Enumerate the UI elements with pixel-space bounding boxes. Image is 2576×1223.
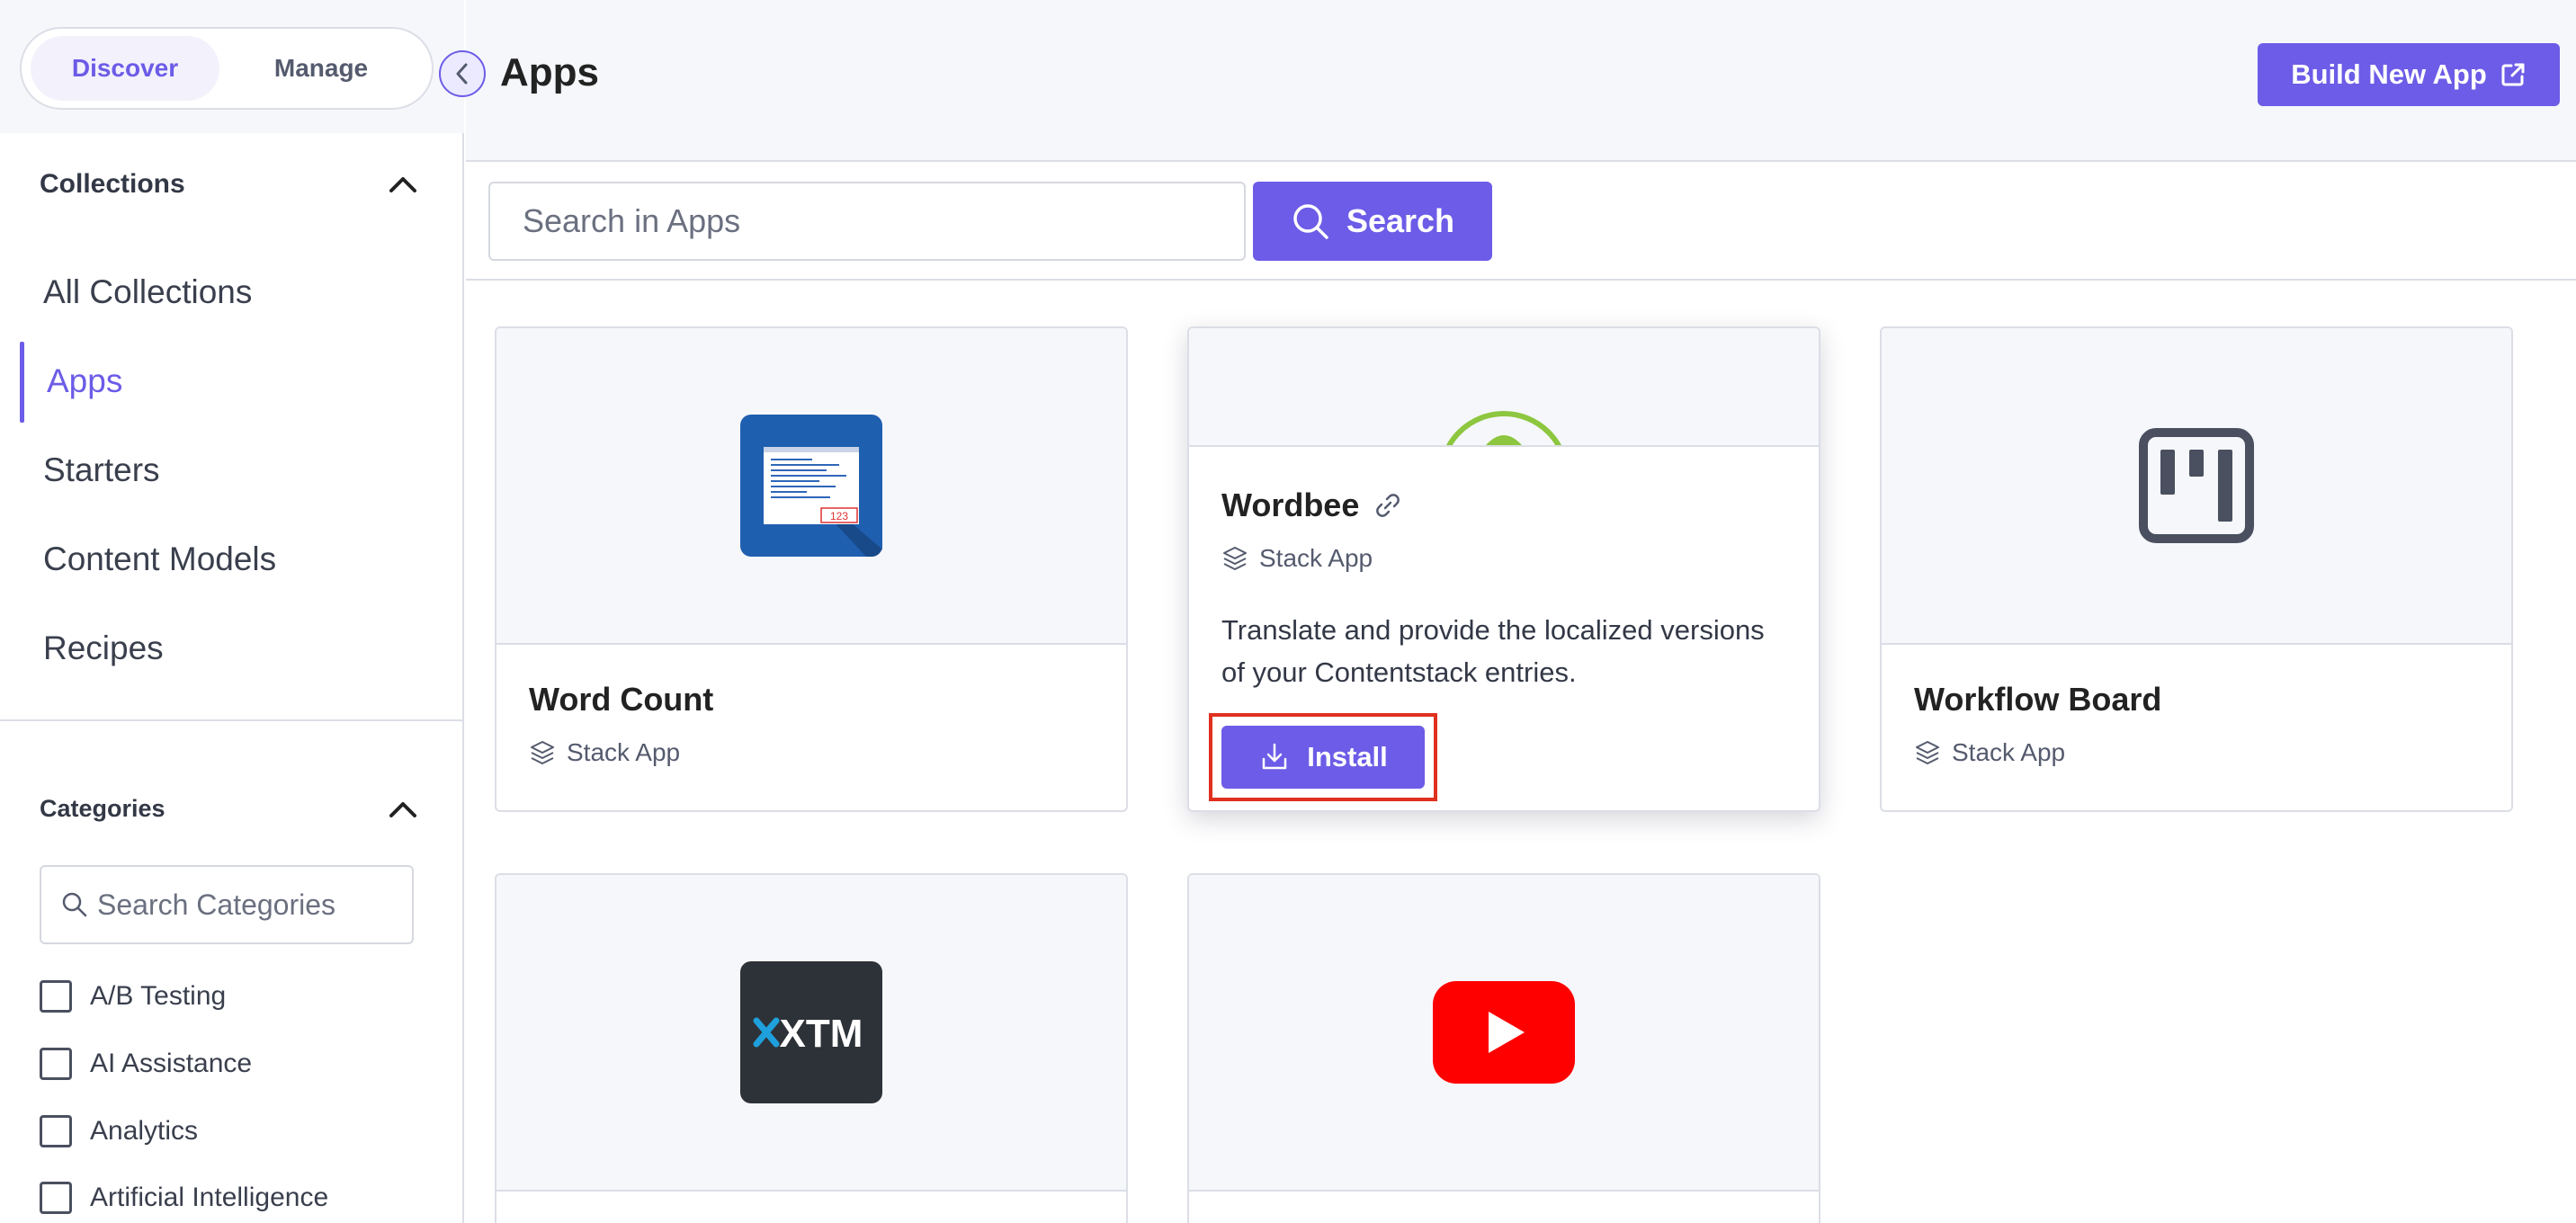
app-card-thumbnail [1882, 328, 2511, 645]
search-icon [1293, 204, 1328, 239]
xtm-logo-text: XTM [780, 1012, 863, 1056]
xtm-icon: XTM [740, 961, 882, 1103]
category-checkbox[interactable] [40, 1182, 72, 1214]
category-checkbox[interactable] [40, 1048, 72, 1080]
app-card-thumbnail [1189, 875, 1819, 1192]
youtube-icon [1433, 981, 1575, 1084]
app-card-title: Wordbee [1221, 487, 1402, 524]
app-card-thumbnail: 123 [496, 328, 1126, 645]
sidebar: Discover Manage Collections All Collecti… [0, 0, 464, 1223]
app-card-type: Stack App [1914, 738, 2065, 767]
collections-header[interactable]: Collections [40, 169, 417, 200]
category-checkbox[interactable] [40, 1115, 72, 1147]
app-card-title-text: Wordbee [1221, 487, 1360, 523]
page-title: Apps [500, 50, 599, 94]
app-card-type-label: Stack App [567, 738, 681, 766]
svg-text:123: 123 [830, 510, 848, 522]
categories-header[interactable]: Categories [40, 795, 417, 823]
app-card-thumbnail [1189, 328, 1819, 447]
app-card-title: Workflow Board [1914, 681, 2162, 718]
category-label: Artificial Intelligence [90, 1183, 329, 1212]
layers-icon [531, 741, 554, 764]
tab-discover[interactable]: Discover [31, 36, 219, 101]
app-card-type-label: Stack App [1259, 544, 1373, 572]
install-highlight: Install [1209, 713, 1437, 801]
search-row: Search [466, 162, 2576, 281]
sidebar-top: Discover Manage [0, 0, 464, 133]
word-count-icon: 123 [740, 415, 882, 557]
category-item[interactable]: AI Assistance [40, 1048, 252, 1080]
search-icon [62, 892, 87, 917]
category-checkbox[interactable] [40, 980, 72, 1013]
layers-icon [1916, 741, 1939, 764]
page-header: Apps Build New App [466, 0, 2576, 162]
category-label: AI Assistance [90, 1049, 253, 1078]
nav-item-content-models[interactable]: Content Models [43, 540, 276, 578]
workflow-board-icon [2139, 428, 2254, 543]
app-card-xtm[interactable]: XTM [495, 873, 1128, 1223]
install-button[interactable]: Install [1221, 726, 1425, 789]
search-button-label: Search [1346, 202, 1455, 239]
install-button-label: Install [1307, 741, 1388, 772]
wordbee-icon [1445, 411, 1562, 445]
nav-item-starters[interactable]: Starters [43, 451, 160, 489]
category-item[interactable]: A/B Testing [40, 980, 226, 1013]
app-card-title: Word Count [529, 681, 714, 718]
link-icon[interactable] [1373, 491, 1402, 520]
category-search-field[interactable] [40, 865, 414, 944]
app-card-wordbee[interactable]: Wordbee Stack App Translate and provide … [1187, 326, 1820, 812]
build-new-app-button[interactable]: Build New App [2258, 43, 2560, 106]
category-label: A/B Testing [90, 981, 227, 1011]
build-new-app-label: Build New App [2291, 58, 2487, 90]
sidebar-divider [0, 719, 464, 721]
discover-manage-switch: Discover Manage [20, 27, 434, 110]
external-link-icon [2501, 63, 2525, 86]
collections-heading: Collections [40, 169, 185, 199]
category-item[interactable]: Analytics [40, 1115, 198, 1147]
nav-item-all-collections[interactable]: All Collections [43, 273, 252, 311]
download-icon [1262, 743, 1287, 770]
search-input[interactable] [488, 182, 1246, 261]
category-item[interactable]: Artificial Intelligence [40, 1182, 328, 1214]
search-button[interactable]: Search [1253, 182, 1492, 261]
app-card-thumbnail: XTM [496, 875, 1126, 1192]
tab-manage[interactable]: Manage [227, 36, 416, 101]
nav-item-recipes[interactable]: Recipes [43, 629, 164, 667]
app-card-type-label: Stack App [1952, 738, 2066, 766]
chevron-up-icon[interactable] [389, 800, 417, 818]
chevron-left-icon [456, 63, 468, 85]
active-nav-indicator [20, 342, 24, 423]
app-card-word-count[interactable]: 123 Word Count Stack App [495, 326, 1128, 812]
collapse-sidebar-button[interactable] [439, 50, 486, 97]
category-search-input[interactable] [97, 888, 394, 922]
chevron-up-icon[interactable] [389, 175, 417, 193]
nav-item-apps[interactable]: Apps [47, 362, 122, 400]
app-card-workflow-board[interactable]: Workflow Board Stack App [1880, 326, 2513, 812]
app-card-type: Stack App [1221, 544, 1373, 573]
app-card-type: Stack App [529, 738, 680, 767]
categories-heading: Categories [40, 795, 165, 822]
category-label: Analytics [90, 1116, 199, 1146]
app-card-youtube[interactable] [1187, 873, 1820, 1223]
app-card-description: Translate and provide the localized vers… [1221, 614, 1765, 688]
layers-icon [1223, 547, 1247, 570]
